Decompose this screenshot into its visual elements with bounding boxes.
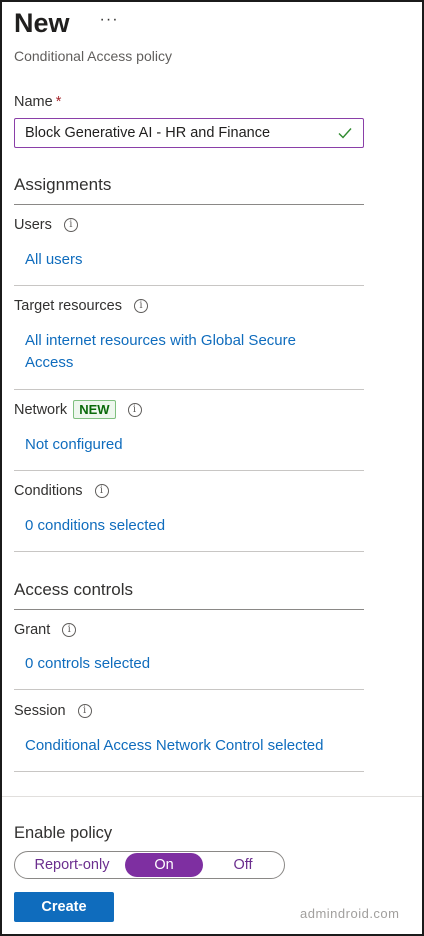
assignments-heading: Assignments <box>14 175 112 194</box>
conditions-label-text: Conditions <box>14 483 83 499</box>
divider <box>14 204 364 205</box>
grant-label: Grant i <box>14 622 77 638</box>
more-options-icon[interactable]: ··· <box>100 11 119 29</box>
users-label-text: Users <box>14 217 52 233</box>
network-link[interactable]: Not configured <box>25 434 123 456</box>
divider <box>14 771 364 772</box>
target-resources-label-text: Target resources <box>14 298 122 314</box>
divider <box>14 609 364 610</box>
target-resources-link[interactable]: All internet resources with Global Secur… <box>25 330 296 374</box>
checkmark-icon <box>338 128 352 139</box>
conditions-label: Conditions i <box>14 483 109 499</box>
divider <box>14 689 364 690</box>
network-label: Network NEW i <box>14 400 142 419</box>
users-label: Users i <box>14 217 78 233</box>
watermark: admindroid.com <box>300 906 400 921</box>
divider <box>14 285 364 286</box>
name-label: Name * <box>14 94 61 110</box>
name-label-text: Name <box>14 94 53 110</box>
enable-policy-label: Enable policy <box>14 824 113 842</box>
users-link[interactable]: All users <box>25 249 83 271</box>
footer-separator <box>2 796 422 797</box>
grant-link[interactable]: 0 controls selected <box>25 653 150 675</box>
session-link[interactable]: Conditional Access Network Control selec… <box>25 735 323 757</box>
session-label: Session i <box>14 703 92 719</box>
new-badge: NEW <box>73 400 116 419</box>
page-subtitle: Conditional Access policy <box>14 48 172 64</box>
target-resources-line2[interactable]: Access <box>25 352 296 374</box>
enable-policy-toggle[interactable]: Report-only On Off <box>14 851 285 879</box>
policy-name-input[interactable]: Block Generative AI - HR and Finance <box>14 118 364 148</box>
divider <box>14 551 364 552</box>
target-resources-line1[interactable]: All internet resources with Global Secur… <box>25 330 296 352</box>
page-title: New <box>14 8 70 38</box>
info-icon[interactable]: i <box>63 218 78 232</box>
grant-label-text: Grant <box>14 622 51 638</box>
toggle-option-report-only[interactable]: Report-only <box>15 857 125 873</box>
conditions-link[interactable]: 0 conditions selected <box>25 515 165 537</box>
toggle-option-on[interactable]: On <box>125 853 203 877</box>
title-row: New ··· <box>14 8 119 39</box>
info-icon[interactable]: i <box>134 299 148 313</box>
target-resources-label: Target resources i <box>14 298 148 314</box>
access-controls-heading: Access controls <box>14 580 134 599</box>
session-label-text: Session <box>14 703 66 719</box>
info-icon[interactable]: i <box>127 402 142 417</box>
info-icon[interactable]: i <box>62 623 77 637</box>
info-icon[interactable]: i <box>77 704 92 718</box>
policy-name-value[interactable]: Block Generative AI - HR and Finance <box>25 125 337 141</box>
toggle-option-off[interactable]: Off <box>203 857 283 873</box>
divider <box>14 470 364 471</box>
divider <box>14 389 364 390</box>
create-button[interactable]: Create <box>14 892 114 922</box>
info-icon[interactable]: i <box>94 484 109 498</box>
network-label-text: Network <box>14 401 68 418</box>
required-mark: * <box>55 94 62 110</box>
